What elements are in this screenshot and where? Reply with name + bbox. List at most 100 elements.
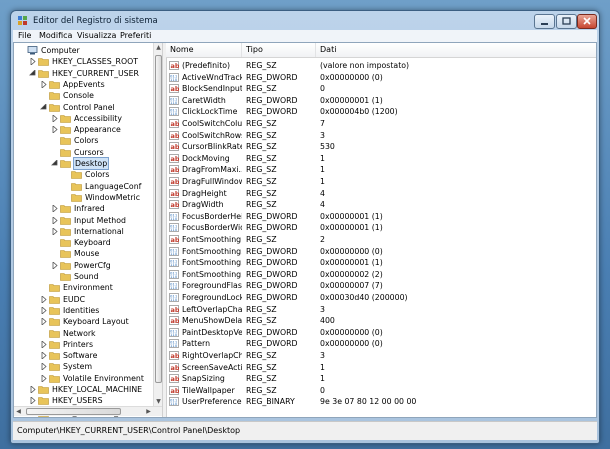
svg-text:ab: ab bbox=[171, 85, 180, 93]
collapse-arrow-icon[interactable] bbox=[40, 103, 47, 111]
expand-arrow-icon[interactable] bbox=[51, 261, 58, 269]
expand-arrow-icon[interactable] bbox=[40, 295, 47, 303]
value-name: CoolSwitchRows bbox=[182, 130, 242, 140]
value-row[interactable]: abDragFullWindows REG_SZ 1 bbox=[166, 176, 596, 187]
svg-text:ab: ab bbox=[171, 166, 180, 174]
value-row[interactable]: ab SnapSizing REG_SZ 1 bbox=[166, 373, 596, 384]
value-data: 1 bbox=[320, 177, 325, 186]
expand-arrow-icon[interactable] bbox=[51, 227, 58, 235]
collapse-arrow-icon[interactable] bbox=[29, 69, 36, 77]
svg-text:110: 110 bbox=[170, 262, 178, 267]
value-row[interactable]: ab DragWidth REG_SZ 4 bbox=[166, 199, 596, 210]
value-data: 3 bbox=[320, 304, 325, 314]
expand-arrow-icon[interactable] bbox=[40, 306, 47, 314]
value-row[interactable]: ab DockMoving REG_SZ 1 bbox=[166, 153, 596, 164]
scroll-left-icon[interactable]: ◀ bbox=[14, 407, 23, 416]
expand-arrow-icon[interactable] bbox=[40, 374, 47, 382]
close-icon bbox=[583, 17, 591, 25]
tree-item-label: Environment bbox=[63, 283, 113, 293]
expand-arrow-icon[interactable] bbox=[51, 114, 58, 122]
menu-modifica[interactable]: Modifica bbox=[39, 31, 72, 40]
menu-bar: File Modifica Visualizza Preferiti bbox=[13, 30, 597, 42]
minimize-icon bbox=[541, 23, 548, 25]
menu-preferiti[interactable]: Preferiti bbox=[120, 31, 151, 40]
column-header-data[interactable]: Dati bbox=[316, 43, 596, 57]
value-row[interactable]: 011110ForegroundLock... REG_DWORD 0x00030d… bbox=[166, 292, 596, 303]
title-bar[interactable]: Editor del Registro di sistema bbox=[11, 11, 599, 31]
minimize-button[interactable] bbox=[534, 14, 555, 29]
status-path: Computer\HKEY_CURRENT_USER\Control Panel… bbox=[17, 426, 241, 435]
string-value-icon: ab bbox=[169, 316, 179, 325]
binary-value-icon: 011110 bbox=[169, 95, 179, 105]
value-row[interactable]: abLeftOverlapChars REG_SZ 3 bbox=[166, 304, 596, 315]
value-row[interactable]: abRightOverlapCh... REG_SZ 3 bbox=[166, 350, 596, 361]
expand-arrow-icon[interactable] bbox=[29, 397, 36, 405]
expand-arrow-icon[interactable] bbox=[40, 340, 47, 348]
expand-arrow-icon[interactable] bbox=[40, 363, 47, 371]
value-row[interactable]: abCoolSwitchColu... REG_SZ 7 bbox=[166, 118, 596, 129]
value-type: REG_DWORD bbox=[246, 95, 298, 105]
value-row[interactable]: 011 110 ClickLockTime REG_DWORD 0x000004b0 (… bbox=[166, 106, 596, 117]
value-row[interactable]: ab DragHeight REG_SZ 4 bbox=[166, 188, 596, 199]
value-row[interactable]: ab TileWallpaper REG_SZ 0 bbox=[166, 385, 596, 396]
value-row[interactable]: abBlockSendInput... REG_SZ 0 bbox=[166, 83, 596, 94]
expand-arrow-icon[interactable] bbox=[29, 58, 36, 66]
value-row[interactable]: ab MenuShowDelay REG_SZ 400 bbox=[166, 315, 596, 326]
folder-icon bbox=[38, 69, 49, 78]
string-value-icon: ab bbox=[169, 142, 179, 151]
menu-visualizza[interactable]: Visualizza bbox=[77, 31, 116, 40]
expand-arrow-icon[interactable] bbox=[40, 352, 47, 360]
value-row[interactable]: ab (Predefinito) REG_SZ (valore non imposta… bbox=[166, 60, 596, 71]
value-name: DragHeight bbox=[182, 188, 227, 198]
value-type: REG_SZ bbox=[246, 61, 277, 70]
value-row[interactable]: 011110FocusBorderWid... REG_DWORD 0x000000… bbox=[166, 222, 596, 233]
status-bar: Computer\HKEY_CURRENT_USER\Control Panel… bbox=[13, 421, 597, 440]
value-row[interactable]: 011110ForegroundFlas... REG_DWORD 0x000000… bbox=[166, 280, 596, 291]
value-row[interactable]: ab FontSmoothing REG_SZ 2 bbox=[166, 234, 596, 245]
folder-icon bbox=[60, 148, 71, 157]
maximize-button[interactable] bbox=[556, 14, 577, 29]
value-row[interactable]: 011110ActiveWndTrack... REG_DWORD 0x000000… bbox=[166, 72, 596, 83]
string-value-icon: ab bbox=[169, 61, 179, 70]
value-row[interactable]: ab CursorBlinkRate REG_SZ 530 bbox=[166, 141, 596, 152]
value-data: 0 bbox=[320, 385, 325, 395]
value-name: TileWallpaper bbox=[182, 385, 235, 395]
expand-arrow-icon[interactable] bbox=[40, 318, 47, 326]
tree-horizontal-scrollbar[interactable]: ◀ ▶ bbox=[14, 406, 162, 416]
expand-arrow-icon[interactable] bbox=[51, 205, 58, 213]
binary-value-icon: 011110 bbox=[169, 281, 179, 290]
tree-hscroll-thumb[interactable] bbox=[26, 408, 121, 415]
value-row[interactable]: ab DragFromMaxi... REG_SZ 1 bbox=[166, 164, 596, 175]
expand-arrow-icon[interactable] bbox=[51, 126, 58, 134]
value-row[interactable]: 011110PaintDesktopVer... REG_DWORD 0x00000… bbox=[166, 327, 596, 338]
string-value-icon: ab bbox=[169, 177, 179, 186]
scroll-right-icon[interactable]: ▶ bbox=[144, 407, 153, 416]
value-row[interactable]: abScreenSaveActive REG_SZ 1 bbox=[166, 362, 596, 373]
expand-arrow-icon[interactable] bbox=[29, 386, 36, 393]
value-name: FontSmoothing bbox=[182, 235, 242, 244]
value-row[interactable]: 011110FocusBorderHei... REG_DWORD 0x000000… bbox=[166, 211, 596, 222]
tree-item-label: Infrared bbox=[74, 204, 105, 214]
menu-file[interactable]: File bbox=[18, 31, 31, 40]
value-row[interactable]: 011 110 FontSmoothing... REG_DWORD 0x0000000… bbox=[166, 246, 596, 257]
string-value-icon: ab bbox=[169, 200, 179, 209]
tree-scroll-thumb[interactable] bbox=[155, 55, 162, 383]
value-data: 0x00000001 (1) bbox=[320, 95, 383, 105]
expand-arrow-icon[interactable] bbox=[51, 216, 58, 224]
value-row[interactable]: 011110UserPreferences... REG_BINARY 9e 3e … bbox=[166, 396, 596, 407]
folder-icon bbox=[60, 239, 71, 247]
expand-arrow-icon[interactable] bbox=[40, 80, 47, 88]
value-row[interactable]: 011 110 FontSmoothing... REG_DWORD 0x0000000… bbox=[166, 257, 596, 268]
column-header-type[interactable]: Tipo bbox=[242, 43, 316, 57]
close-button[interactable] bbox=[577, 14, 597, 29]
value-row[interactable]: 011 110 FontSmoothing... REG_DWORD 0x0000000… bbox=[166, 269, 596, 280]
value-row[interactable]: 011 110 Pattern REG_DWORD 0x00000000 (0) bbox=[166, 338, 596, 349]
value-name: FocusBorderHei... bbox=[182, 211, 242, 221]
value-data: 0 bbox=[320, 84, 325, 94]
svg-text:110: 110 bbox=[170, 227, 178, 232]
svg-text:ab: ab bbox=[171, 317, 180, 325]
value-row[interactable]: ab CoolSwitchRows REG_SZ 3 bbox=[166, 130, 596, 141]
value-row[interactable]: 011 110 CaretWidth REG_DWORD 0x00000001 (1) bbox=[166, 95, 596, 106]
column-header-name[interactable]: Nome bbox=[166, 43, 242, 57]
collapse-arrow-icon[interactable] bbox=[51, 160, 58, 167]
